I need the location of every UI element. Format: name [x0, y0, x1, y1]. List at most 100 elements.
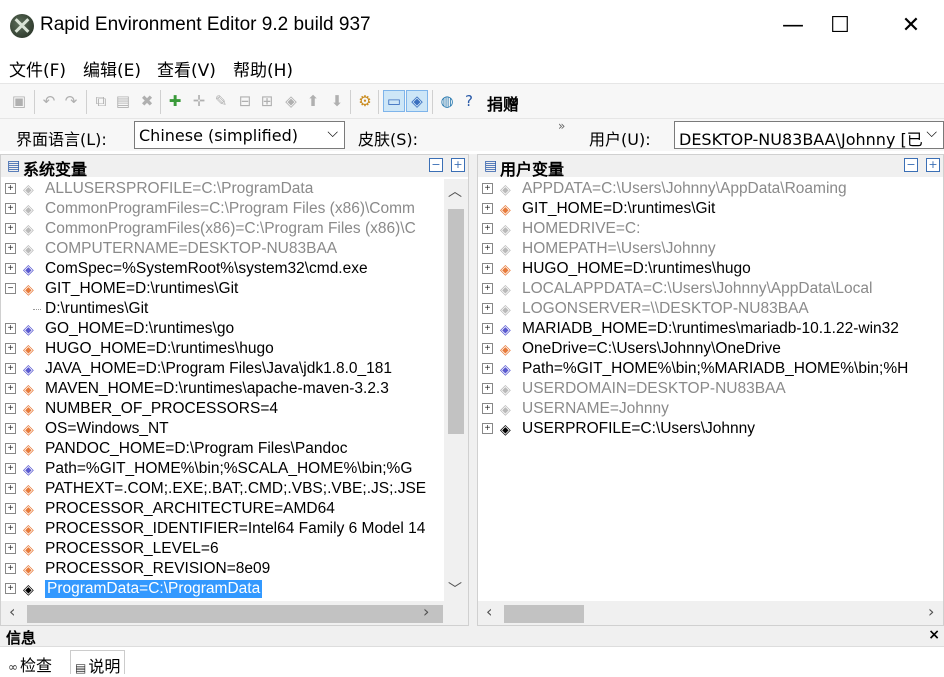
variable-row[interactable]: + ◈ PROCESSOR_REVISION=8e09	[1, 559, 444, 579]
expand-icon[interactable]: +	[5, 223, 16, 234]
expand-icon[interactable]: +	[482, 303, 493, 314]
variable-row[interactable]: + ◈ MARIADB_HOME=D:\runtimes\mariadb-10.1.…	[478, 319, 943, 339]
variable-row[interactable]: + ◈ LOCALAPPDATA=C:\Users\Johnny\AppData\L…	[478, 279, 943, 299]
variable-row[interactable]: + ◈ PROCESSOR_LEVEL=6	[1, 539, 444, 559]
variable-row[interactable]: + ◈ PROCESSOR_IDENTIFIER=Intel64 Family 6 …	[1, 519, 444, 539]
tab-description[interactable]: ▤ 说明	[70, 650, 126, 676]
variable-entry[interactable]: GO_HOME=D:\runtimes\go	[45, 320, 234, 338]
menu-edit[interactable]: 编辑(E)	[83, 56, 141, 81]
variable-entry[interactable]: OneDrive=C:\Users\Johnny\OneDrive	[522, 340, 781, 358]
expand-icon[interactable]: +	[5, 443, 16, 454]
expand-icon[interactable]: +	[5, 363, 16, 374]
variable-entry[interactable]: Path=%GIT_HOME%\bin;%SCALA_HOME%\bin;%G	[45, 460, 412, 478]
variable-entry[interactable]: HUGO_HOME=D:\runtimes\hugo	[45, 340, 274, 358]
maximize-button[interactable]: ☐	[817, 8, 863, 44]
variable-entry[interactable]: PROCESSOR_REVISION=8e09	[45, 560, 270, 578]
expand-icon[interactable]: +	[5, 323, 16, 334]
move-down-icon[interactable]: ⬇	[326, 90, 348, 112]
variable-row[interactable]: + ◈ CommonProgramFiles(x86)=C:\Program Fil…	[1, 219, 444, 239]
expand-icon[interactable]: +	[5, 503, 16, 514]
tag-icon[interactable]: ◈	[280, 90, 302, 112]
variable-entry[interactable]: HOMEPATH=\Users\Johnny	[522, 240, 716, 258]
variable-entry[interactable]: PROCESSOR_LEVEL=6	[45, 540, 219, 558]
variable-row[interactable]: + ◈ HOMEDRIVE=C:	[478, 219, 943, 239]
variable-entry[interactable]: PATHEXT=.COM;.EXE;.BAT;.CMD;.VBS;.VBE;.J…	[45, 480, 426, 498]
expand-icon[interactable]: +	[5, 203, 16, 214]
variable-row[interactable]: + ◈ HOMEPATH=\Users\Johnny	[478, 239, 943, 259]
scroll-thumb[interactable]	[27, 605, 443, 623]
variable-entry[interactable]: Path=%GIT_HOME%\bin;%MARIADB_HOME%\bin;%…	[522, 360, 908, 378]
variable-row[interactable]: + ◈ Path=%GIT_HOME%\bin;%SCALA_HOME%\bin;%…	[1, 459, 444, 479]
undo-icon[interactable]: ↶	[38, 90, 60, 112]
variable-entry[interactable]: GIT_HOME=D:\runtimes\Git	[45, 280, 238, 298]
variable-entry[interactable]: HUGO_HOME=D:\runtimes\hugo	[522, 260, 751, 278]
variable-entry[interactable]: NUMBER_OF_PROCESSORS=4	[45, 400, 278, 418]
variable-entry[interactable]: USERNAME=Johnny	[522, 400, 669, 418]
variable-entry[interactable]: OS=Windows_NT	[45, 420, 169, 438]
variable-row[interactable]: + ◈ NUMBER_OF_PROCESSORS=4	[1, 399, 444, 419]
variable-entry[interactable]: HOMEDRIVE=C:	[522, 220, 640, 238]
variable-row[interactable]: + ◈ MAVEN_HOME=D:\runtimes\apache-maven-3.…	[1, 379, 444, 399]
scroll-down-icon[interactable]: ﹀	[448, 579, 462, 599]
variable-row[interactable]: + ◈ ALLUSERSPROFILE=C:\ProgramData	[1, 179, 444, 199]
collapse-all-icon[interactable]: −	[429, 158, 443, 172]
variable-entry[interactable]: ProgramData=C:\ProgramData	[45, 580, 263, 598]
expand-all-icon[interactable]: +	[451, 158, 465, 172]
expand-icon[interactable]: +	[5, 263, 16, 274]
variable-entry[interactable]: USERDOMAIN=DESKTOP-NU83BAA	[522, 380, 786, 398]
variable-row[interactable]: + ◈ Path=%GIT_HOME%\bin;%MARIADB_HOME%\bin…	[478, 359, 943, 379]
close-button[interactable]: ✕	[888, 8, 934, 44]
variable-entry[interactable]: JAVA_HOME=D:\Program Files\Java\jdk1.8.0…	[45, 360, 392, 378]
expand-icon[interactable]: +	[5, 583, 16, 594]
variable-row[interactable]: + ◈ LOGONSERVER=\\DESKTOP-NU83BAA	[478, 299, 943, 319]
collapse-all-icon[interactable]: −	[904, 158, 918, 172]
collapse-icon[interactable]: −	[5, 283, 16, 294]
expand-icon[interactable]: +	[482, 383, 493, 394]
variable-row[interactable]: + ◈ OneDrive=C:\Users\Johnny\OneDrive	[478, 339, 943, 359]
minimize-button[interactable]: —	[770, 8, 816, 44]
variable-entry[interactable]: PANDOC_HOME=D:\Program Files\Pandoc	[45, 440, 348, 458]
variable-row[interactable]: + ◈ JAVA_HOME=D:\Program Files\Java\jdk1.8…	[1, 359, 444, 379]
settings-gear-icon[interactable]: ⚙	[354, 90, 376, 112]
variable-entry[interactable]: LOCALAPPDATA=C:\Users\Johnny\AppData\Loc…	[522, 280, 873, 298]
variable-entry[interactable]: COMPUTERNAME=DESKTOP-NU83BAA	[45, 240, 337, 258]
scroll-right-icon[interactable]: ›	[423, 602, 429, 621]
save-icon[interactable]: ▣	[8, 90, 30, 112]
expand-icon[interactable]: +	[482, 423, 493, 434]
variable-entry[interactable]: MARIADB_HOME=D:\runtimes\mariadb-10.1.22…	[522, 320, 899, 338]
move-up-icon[interactable]: ⬆	[302, 90, 324, 112]
variable-row[interactable]: + ◈ HUGO_HOME=D:\runtimes\hugo	[478, 259, 943, 279]
user-select[interactable]: DESKTOP-NU83BAA\Johnny [已 ⌵	[674, 121, 944, 149]
insert-icon[interactable]: ⊟	[234, 90, 256, 112]
expand-icon[interactable]: +	[5, 383, 16, 394]
tab-check[interactable]: ∞ 检查	[4, 650, 56, 675]
add-variable-icon[interactable]: ✚	[164, 90, 186, 112]
variable-entry[interactable]: PROCESSOR_ARCHITECTURE=AMD64	[45, 500, 335, 518]
expand-icon[interactable]: +	[5, 343, 16, 354]
delete-icon[interactable]: ✖	[136, 90, 158, 112]
variable-row[interactable]: + ◈ USERPROFILE=C:\Users\Johnny	[478, 419, 943, 439]
add-value-icon[interactable]: ✛	[188, 90, 210, 112]
tag-view-icon[interactable]: ◈	[406, 90, 428, 112]
paste-icon[interactable]: ▤	[112, 90, 134, 112]
variable-row[interactable]: + ◈ APPDATA=C:\Users\Johnny\AppData\Roamin…	[478, 179, 943, 199]
variable-row[interactable]: + ◈ PATHEXT=.COM;.EXE;.BAT;.CMD;.VBS;.VBE;…	[1, 479, 444, 499]
expand-icon[interactable]: +	[482, 363, 493, 374]
variable-row[interactable]: + ◈ PROCESSOR_ARCHITECTURE=AMD64	[1, 499, 444, 519]
variable-entry[interactable]: CommonProgramFiles(x86)=C:\Program Files…	[45, 220, 416, 238]
window-view-icon[interactable]: ▭	[383, 90, 405, 112]
expand-icon[interactable]: +	[5, 243, 16, 254]
variable-entry[interactable]: USERPROFILE=C:\Users\Johnny	[522, 420, 755, 438]
copy-icon[interactable]: ⧉	[90, 90, 112, 112]
variable-row[interactable]: + ◈ GO_HOME=D:\runtimes\go	[1, 319, 444, 339]
scroll-thumb[interactable]	[448, 209, 464, 434]
redo-icon[interactable]: ↷	[60, 90, 82, 112]
expand-icon[interactable]: +	[482, 263, 493, 274]
variable-row[interactable]: + ◈ ProgramData=C:\ProgramData	[1, 579, 444, 599]
variable-entry[interactable]: LOGONSERVER=\\DESKTOP-NU83BAA	[522, 300, 809, 318]
menu-help[interactable]: 帮助(H)	[233, 56, 293, 81]
expand-icon[interactable]: +	[5, 563, 16, 574]
system-horizontal-scrollbar[interactable]: ‹ ›	[1, 601, 468, 625]
expand-icon[interactable]: +	[5, 483, 16, 494]
variable-row[interactable]: + ◈ ComSpec=%SystemRoot%\system32\cmd.exe	[1, 259, 444, 279]
